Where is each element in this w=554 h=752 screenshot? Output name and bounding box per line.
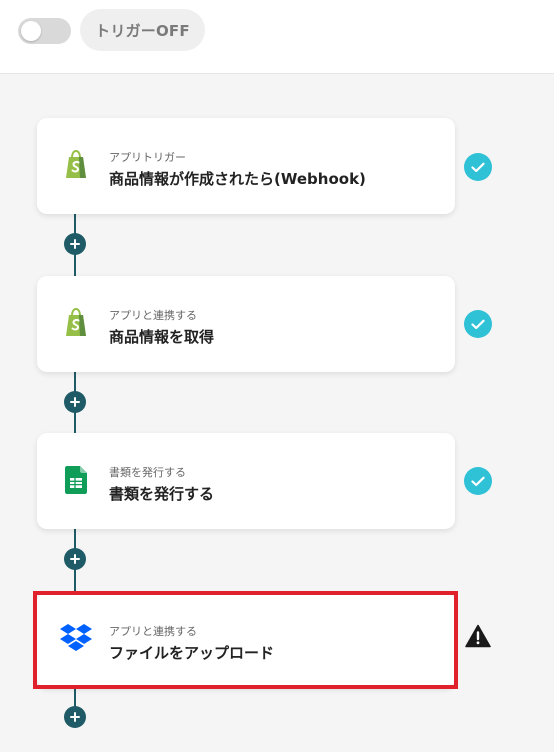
flow-step-card-4[interactable]: アプリと連携する ファイルをアップロード: [37, 592, 455, 688]
add-step-button[interactable]: [64, 391, 86, 413]
shopify-icon: [59, 148, 93, 182]
trigger-status-label: トリガーOFF: [95, 21, 190, 40]
shopify-icon: [59, 306, 93, 340]
toggle-knob: [21, 21, 41, 41]
google-sheets-icon: [59, 463, 93, 497]
plus-icon: [70, 239, 80, 249]
plus-icon: [70, 397, 80, 407]
add-step-button[interactable]: [64, 548, 86, 570]
add-step-button[interactable]: [64, 233, 86, 255]
dropbox-icon: [59, 622, 93, 656]
step-title: 書類を発行する: [109, 485, 215, 503]
step-subtitle: 書類を発行する: [109, 466, 186, 479]
step-subtitle: アプリと連携する: [109, 309, 197, 322]
step-subtitle: アプリトリガー: [109, 151, 186, 164]
plus-icon: [70, 712, 80, 722]
check-icon: [464, 467, 492, 495]
step-title: 商品情報が作成されたら(Webhook): [109, 170, 366, 188]
trigger-toggle[interactable]: [18, 18, 71, 44]
check-icon: [464, 153, 492, 181]
flow-step-card-3[interactable]: 書類を発行する 書類を発行する: [37, 433, 455, 529]
trigger-status-badge: トリガーOFF: [80, 9, 205, 51]
add-step-button[interactable]: [64, 706, 86, 728]
step-title: 商品情報を取得: [109, 328, 215, 346]
step-subtitle: アプリと連携する: [109, 625, 197, 638]
warning-icon: [464, 622, 492, 650]
flow-step-card-1[interactable]: アプリトリガー 商品情報が作成されたら(Webhook): [37, 118, 455, 214]
top-bar: トリガーOFF: [0, 0, 554, 74]
step-title: ファイルをアップロード: [109, 644, 275, 662]
check-icon: [464, 310, 492, 338]
flow-step-card-2[interactable]: アプリと連携する 商品情報を取得: [37, 276, 455, 372]
plus-icon: [70, 554, 80, 564]
